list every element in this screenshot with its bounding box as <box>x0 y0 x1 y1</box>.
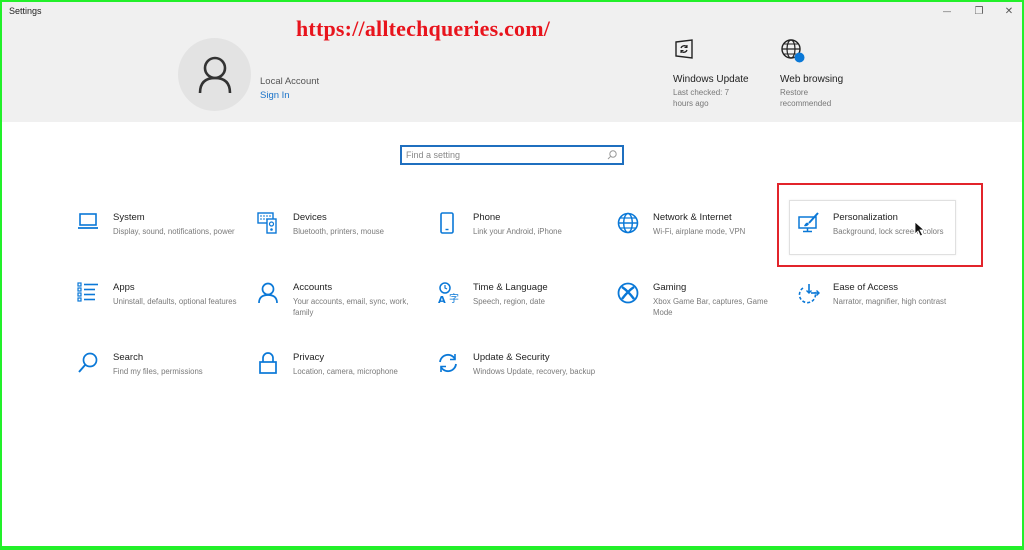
search-input[interactable] <box>406 150 606 160</box>
tile-description: Find my files, permissions <box>113 367 203 376</box>
tile-description: Xbox Game Bar, captures, Game Mode <box>653 297 768 317</box>
personalization-icon <box>798 212 819 233</box>
tile-accounts[interactable]: Accounts Your accounts, email, sync, wor… <box>257 280 427 336</box>
tile-personalization[interactable]: Personalization Background, lock screen,… <box>797 210 967 266</box>
tile-apps[interactable]: Apps Uninstall, defaults, optional featu… <box>77 280 247 336</box>
tile-title: Gaming <box>653 282 687 293</box>
laptop-icon <box>78 213 98 229</box>
tile-time-language[interactable]: A 字 Time & Language Speech, region, date <box>437 280 607 336</box>
person-icon <box>258 282 278 304</box>
tile-title: System <box>113 212 145 223</box>
status-subtitle: Last checked: 7 hours ago <box>673 88 730 108</box>
tile-description: Bluetooth, printers, mouse <box>293 227 385 236</box>
tile-title: Devices <box>293 212 327 223</box>
sync-icon <box>439 353 457 373</box>
account-name: Local Account <box>260 76 320 87</box>
tile-description: Your accounts, email, sync, work, family <box>293 297 409 317</box>
search-icon <box>78 352 98 373</box>
sign-in-link[interactable]: Sign In <box>260 90 290 101</box>
tile-description: Location, camera, microphone <box>293 367 398 376</box>
person-icon <box>198 56 231 93</box>
time-language-icon: A 字 <box>438 282 459 304</box>
xbox-icon <box>617 282 639 304</box>
tile-description: Wi-Fi, airplane mode, VPN <box>653 227 746 236</box>
search-box[interactable] <box>400 145 624 165</box>
tile-description: Link your Android, iPhone <box>473 227 562 236</box>
tile-search[interactable]: Search Find my files, permissions <box>77 350 247 406</box>
minimize-icon: — <box>943 6 951 16</box>
tile-privacy[interactable]: Privacy Location, camera, microphone <box>257 350 427 406</box>
tile-network-internet[interactable]: Network & Internet Wi-Fi, airplane mode,… <box>617 210 787 266</box>
lock-icon <box>259 352 277 374</box>
globe-icon <box>781 39 805 63</box>
status-title: Web browsing <box>780 74 844 85</box>
status-title: Windows Update <box>673 74 749 85</box>
tile-system[interactable]: System Display, sound, notifications, po… <box>77 210 247 266</box>
phone-icon <box>440 212 454 234</box>
tile-update-security[interactable]: Update & Security Windows Update, recove… <box>437 350 607 406</box>
web-browsing-status[interactable]: Web browsing Restore recommended <box>780 38 844 109</box>
tile-description: Windows Update, recovery, backup <box>473 367 596 376</box>
restore-icon: ❐ <box>974 5 984 17</box>
close-icon: ✕ <box>1004 5 1014 17</box>
tile-title: Update & Security <box>473 352 550 363</box>
avatar[interactable] <box>178 38 251 111</box>
tile-title: Personalization <box>833 212 898 223</box>
app-title: Settings <box>9 6 42 16</box>
tile-phone[interactable]: Phone Link your Android, iPhone <box>437 210 607 266</box>
globe-icon <box>617 212 639 234</box>
tile-description: Uninstall, defaults, optional features <box>113 297 237 306</box>
maximize-button[interactable]: ❐ <box>964 3 994 19</box>
tile-description: Background, lock screen, colors <box>833 227 944 236</box>
watermark-url: https://alltechqueries.com/ <box>296 16 551 41</box>
tile-description: Display, sound, notifications, power <box>113 227 235 236</box>
tile-title: Search <box>113 352 144 363</box>
search-icon[interactable] <box>606 149 618 161</box>
windows-update-icon <box>675 39 693 59</box>
tile-ease-of-access[interactable]: Ease of Access Narrator, magnifier, high… <box>797 280 967 336</box>
svg-text:字: 字 <box>449 292 459 304</box>
tile-description: Speech, region, date <box>473 297 545 306</box>
tile-title: Apps <box>113 282 135 293</box>
devices-icon <box>257 212 277 234</box>
status-badge <box>794 52 805 63</box>
tile-title: Phone <box>473 212 501 223</box>
header: Settings — ❐ ✕ https://alltechqueries.co… <box>0 0 1024 122</box>
mouse-pointer-icon <box>914 221 926 237</box>
status-subtitle: Restore recommended <box>780 88 832 108</box>
close-button[interactable]: ✕ <box>994 3 1024 19</box>
tile-title: Network & Internet <box>653 212 732 223</box>
tile-gaming[interactable]: Gaming Xbox Game Bar, captures, Game Mod… <box>617 280 787 336</box>
tile-title: Ease of Access <box>833 282 898 293</box>
ease-of-access-icon <box>798 284 820 304</box>
svg-text:A: A <box>438 295 446 304</box>
windows-update-status[interactable]: Windows Update Last checked: 7 hours ago <box>673 38 749 109</box>
minimize-button[interactable]: — <box>932 3 962 19</box>
tile-title: Time & Language <box>473 282 548 293</box>
tile-title: Accounts <box>293 282 333 293</box>
tile-devices[interactable]: Devices Bluetooth, printers, mouse <box>257 210 427 266</box>
apps-list-icon <box>77 282 98 302</box>
tile-title: Privacy <box>293 352 325 363</box>
tile-description: Narrator, magnifier, high contrast <box>833 297 947 306</box>
